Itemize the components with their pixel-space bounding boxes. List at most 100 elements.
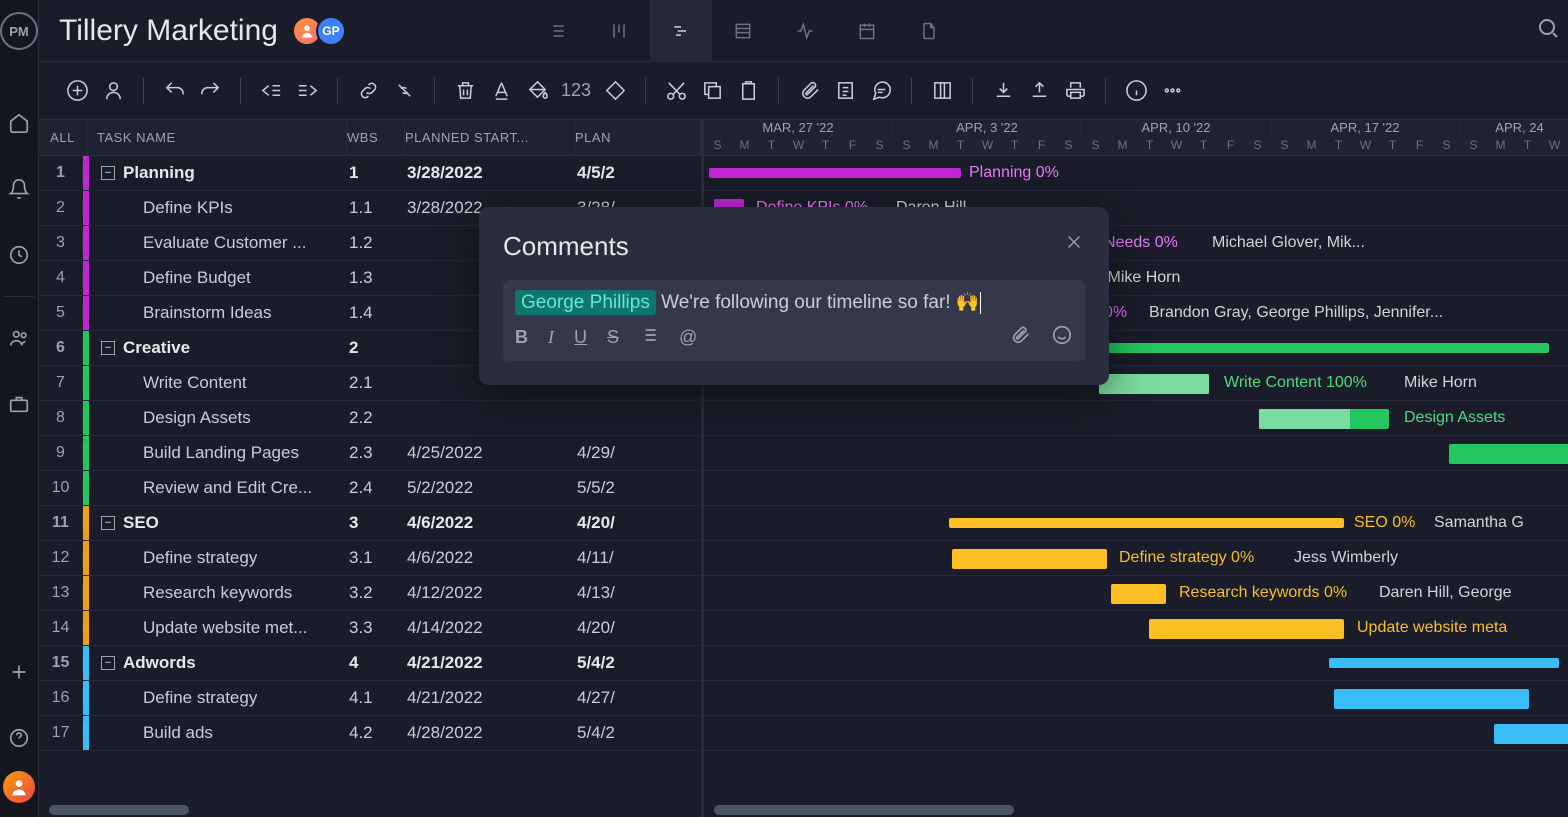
underline-icon[interactable]: U <box>574 327 587 348</box>
briefcase-icon[interactable] <box>8 393 30 415</box>
diamond-icon[interactable] <box>599 75 631 107</box>
mention-icon[interactable]: @ <box>679 327 697 348</box>
info-icon[interactable] <box>1120 75 1152 107</box>
bell-icon[interactable] <box>8 178 30 200</box>
task-row[interactable]: 8Design Assets2.2 <box>39 401 701 436</box>
col-wbs[interactable]: WBS <box>347 120 405 155</box>
collapse-icon[interactable]: − <box>101 166 115 180</box>
columns-icon[interactable] <box>926 75 958 107</box>
assign-icon[interactable] <box>97 75 129 107</box>
paint-icon[interactable] <box>521 75 553 107</box>
gantt-bar[interactable] <box>1149 619 1344 639</box>
gantt-row[interactable]: Update website meta <box>704 611 1568 646</box>
avatar[interactable]: GP <box>316 16 346 46</box>
task-row[interactable]: 13Research keywords3.24/12/20224/13/ <box>39 576 701 611</box>
task-row[interactable]: 1−Planning13/28/20224/5/2 <box>39 156 701 191</box>
strike-icon[interactable]: S <box>607 327 619 348</box>
gantt-bar[interactable] <box>1494 724 1568 744</box>
comment-icon[interactable] <box>865 75 897 107</box>
unlink-icon[interactable] <box>388 75 420 107</box>
indent-icon[interactable] <box>291 75 323 107</box>
cut-icon[interactable] <box>660 75 692 107</box>
mention-tag[interactable]: George Phillips <box>515 290 656 315</box>
view-calendar[interactable] <box>836 0 898 62</box>
import-icon[interactable] <box>987 75 1019 107</box>
help-icon[interactable] <box>8 727 30 749</box>
link-icon[interactable] <box>352 75 384 107</box>
more-icon[interactable] <box>1156 75 1188 107</box>
gantt-row[interactable]: SEO 0%Samantha G <box>704 506 1568 541</box>
collapse-icon[interactable]: − <box>101 656 115 670</box>
trash-icon[interactable] <box>449 75 481 107</box>
attach-icon[interactable] <box>1009 324 1031 351</box>
italic-icon[interactable]: I <box>548 327 554 348</box>
gantt-bar[interactable] <box>949 518 1344 528</box>
collapse-icon[interactable]: − <box>101 341 115 355</box>
gantt-row[interactable] <box>704 471 1568 506</box>
col-plan[interactable]: PLAN <box>575 120 701 155</box>
col-start[interactable]: PLANNED START... <box>405 120 575 155</box>
gantt-bar[interactable] <box>1334 689 1529 709</box>
collaborator-avatars[interactable]: GP <box>298 16 346 46</box>
task-row[interactable]: 11−SEO34/6/20224/20/ <box>39 506 701 541</box>
text-style-icon[interactable] <box>485 75 517 107</box>
people-icon[interactable] <box>8 327 30 349</box>
list-icon[interactable] <box>639 325 659 350</box>
view-sheet[interactable] <box>712 0 774 62</box>
task-row[interactable]: 14Update website met...3.34/14/20224/20/ <box>39 611 701 646</box>
search-icon[interactable] <box>1536 16 1560 45</box>
outdent-icon[interactable] <box>255 75 287 107</box>
task-row[interactable]: 16Define strategy4.14/21/20224/27/ <box>39 681 701 716</box>
gantt-row[interactable] <box>704 716 1568 751</box>
collapse-icon[interactable]: − <box>101 516 115 530</box>
gantt-bar[interactable] <box>1449 444 1568 464</box>
attachment-icon[interactable] <box>793 75 825 107</box>
col-all[interactable]: ALL <box>39 120 87 155</box>
view-list[interactable] <box>526 0 588 62</box>
close-icon[interactable] <box>1063 231 1085 253</box>
view-board[interactable] <box>588 0 650 62</box>
comment-input[interactable]: George Phillips We're following our time… <box>503 280 1085 361</box>
home-icon[interactable] <box>8 112 30 134</box>
emoji-icon[interactable] <box>1051 324 1073 351</box>
scrollbar[interactable] <box>714 805 1014 815</box>
paste-icon[interactable] <box>732 75 764 107</box>
task-row[interactable]: 17Build ads4.24/28/20225/4/2 <box>39 716 701 751</box>
gantt-bar[interactable] <box>1111 584 1166 604</box>
gantt-row[interactable]: Research keywords 0%Daren Hill, George <box>704 576 1568 611</box>
task-row[interactable]: 12Define strategy3.14/6/20224/11/ <box>39 541 701 576</box>
task-row[interactable]: 15−Adwords44/21/20225/4/2 <box>39 646 701 681</box>
export-icon[interactable] <box>1023 75 1055 107</box>
view-activity[interactable] <box>774 0 836 62</box>
view-gantt[interactable] <box>650 0 712 62</box>
user-avatar[interactable] <box>3 771 35 803</box>
numbers-label[interactable]: 123 <box>561 80 591 101</box>
print-icon[interactable] <box>1059 75 1091 107</box>
plus-icon[interactable] <box>8 661 30 683</box>
view-doc[interactable] <box>898 0 960 62</box>
add-circle-icon[interactable] <box>61 75 93 107</box>
gantt-row[interactable] <box>704 436 1568 471</box>
gantt-row[interactable]: Planning 0% <box>704 156 1568 191</box>
gantt-bar[interactable] <box>1099 343 1549 353</box>
app-logo[interactable]: PM <box>0 12 38 50</box>
clock-icon[interactable] <box>8 244 30 266</box>
gantt-row[interactable] <box>704 681 1568 716</box>
copy-icon[interactable] <box>696 75 728 107</box>
gantt-row[interactable] <box>704 646 1568 681</box>
gantt-bar[interactable] <box>1329 658 1559 668</box>
task-row[interactable]: 10Review and Edit Cre...2.45/2/20225/5/2 <box>39 471 701 506</box>
gantt-bar[interactable] <box>1099 374 1209 394</box>
undo-icon[interactable] <box>158 75 190 107</box>
gantt-bar[interactable] <box>1259 409 1389 429</box>
redo-icon[interactable] <box>194 75 226 107</box>
gantt-row[interactable]: Define strategy 0%Jess Wimberly <box>704 541 1568 576</box>
bold-icon[interactable]: B <box>515 327 528 348</box>
gantt-bar[interactable] <box>952 549 1107 569</box>
gantt-bar[interactable] <box>709 168 961 178</box>
col-taskname[interactable]: TASK NAME <box>87 120 347 155</box>
task-row[interactable]: 9Build Landing Pages2.34/25/20224/29/ <box>39 436 701 471</box>
note-icon[interactable] <box>829 75 861 107</box>
gantt-row[interactable]: Design Assets <box>704 401 1568 436</box>
scrollbar[interactable] <box>49 805 189 815</box>
